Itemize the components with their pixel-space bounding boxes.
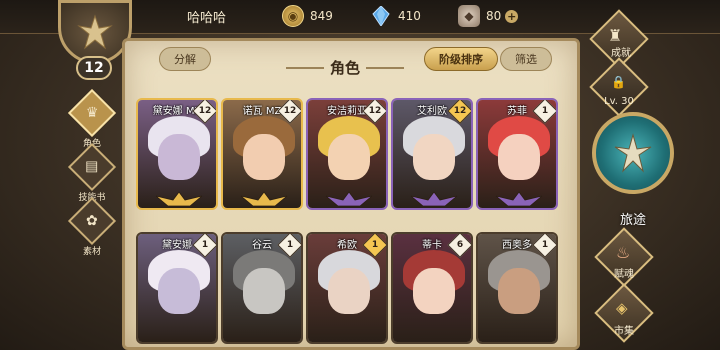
- character-count: 12: [368, 106, 382, 116]
- portrait-face: [243, 134, 285, 180]
- filter-button[interactable]: 筛选: [500, 47, 552, 71]
- talent-label: 赋魂: [614, 269, 634, 280]
- crystal-value: 410: [398, 9, 421, 23]
- character-count: 12: [283, 106, 297, 116]
- player-level-badge: 12: [76, 56, 112, 80]
- rank-wing-icon: [240, 191, 288, 207]
- portrait-face: [158, 134, 200, 180]
- portrait-face: [498, 268, 540, 314]
- character-card[interactable]: 苏菲 1: [476, 98, 558, 210]
- gold-coin-icon: ◉: [282, 5, 304, 27]
- character-count: 1: [541, 106, 549, 116]
- achievement-label: 成就: [611, 48, 631, 59]
- rank-wing-icon: [495, 191, 543, 207]
- material-icon: ✿: [67, 196, 117, 246]
- portrait-face: [243, 268, 285, 314]
- character-count: 6: [456, 240, 464, 250]
- nav-item-material[interactable]: ✿ 素材: [67, 196, 117, 257]
- skillbook-icon: ▤: [67, 142, 117, 192]
- character-count: 1: [371, 240, 379, 250]
- panel-title: 角色: [330, 59, 361, 77]
- character-card[interactable]: 蒂卡 6: [391, 232, 473, 344]
- character-card[interactable]: 希欧 1: [306, 232, 388, 344]
- title-ornament-right: [366, 67, 404, 69]
- character-card[interactable]: 黛安娜 MZ 12: [136, 98, 218, 210]
- guild-emblem-icon: [58, 0, 132, 64]
- flame-icon: ♨: [616, 243, 631, 262]
- lock-level-label: Lv. 30: [604, 96, 634, 107]
- stone-value: 80: [486, 9, 502, 23]
- title-ornament-left: [286, 67, 324, 69]
- portrait-face: [498, 134, 540, 180]
- portrait-face: [328, 134, 370, 180]
- market-gem-icon: ◈: [616, 299, 628, 317]
- character-card[interactable]: 艾利欧 12: [391, 98, 473, 210]
- lock-icon: 🔒: [611, 75, 626, 89]
- nav-item-character[interactable]: ♛ 角色: [67, 88, 117, 149]
- stone-icon: ◆: [458, 5, 480, 27]
- nav-label: 素材: [82, 247, 101, 257]
- character-count: 12: [198, 106, 212, 116]
- rank-sort-button[interactable]: 阶级排序: [424, 47, 498, 71]
- character-card[interactable]: 谷云 1: [221, 232, 303, 344]
- crystal-resource[interactable]: 410: [370, 5, 421, 27]
- journey-emblem-icon: [614, 133, 652, 173]
- decompose-button[interactable]: 分解: [159, 47, 211, 71]
- rank-wing-icon: [410, 191, 458, 207]
- character-card[interactable]: 黛安娜 1: [136, 232, 218, 344]
- nav-item-skillbook[interactable]: ▤ 技能书: [67, 142, 117, 203]
- blue-crystal-icon: [370, 5, 392, 27]
- portrait-face: [413, 134, 455, 180]
- portrait-face: [413, 268, 455, 314]
- stone-resource[interactable]: ◆ 80 +: [458, 5, 519, 27]
- rank-wing-icon: [155, 191, 203, 207]
- portrait-face: [158, 268, 200, 314]
- character-icon: ♛: [67, 88, 117, 138]
- rank-wing-icon: [325, 191, 373, 207]
- market-label: 市集: [614, 326, 634, 337]
- player-name: 哈哈哈: [187, 11, 227, 26]
- gold-resource[interactable]: ◉ 849: [282, 5, 333, 27]
- journey-button[interactable]: [592, 112, 674, 194]
- portrait-face: [328, 268, 370, 314]
- character-count: 12: [453, 106, 467, 116]
- character-card[interactable]: 安洁莉亚 12: [306, 98, 388, 210]
- character-card[interactable]: 西奥多 1: [476, 232, 558, 344]
- gold-value: 849: [310, 9, 333, 23]
- character-count: 1: [541, 240, 549, 250]
- character-count: 1: [201, 240, 209, 250]
- character-card[interactable]: 诺瓦 MZ 12: [221, 98, 303, 210]
- journey-label: 旅途: [619, 213, 646, 228]
- add-stone-button[interactable]: +: [505, 9, 519, 23]
- trophy-icon: ♜: [608, 26, 623, 45]
- character-count: 1: [286, 240, 294, 250]
